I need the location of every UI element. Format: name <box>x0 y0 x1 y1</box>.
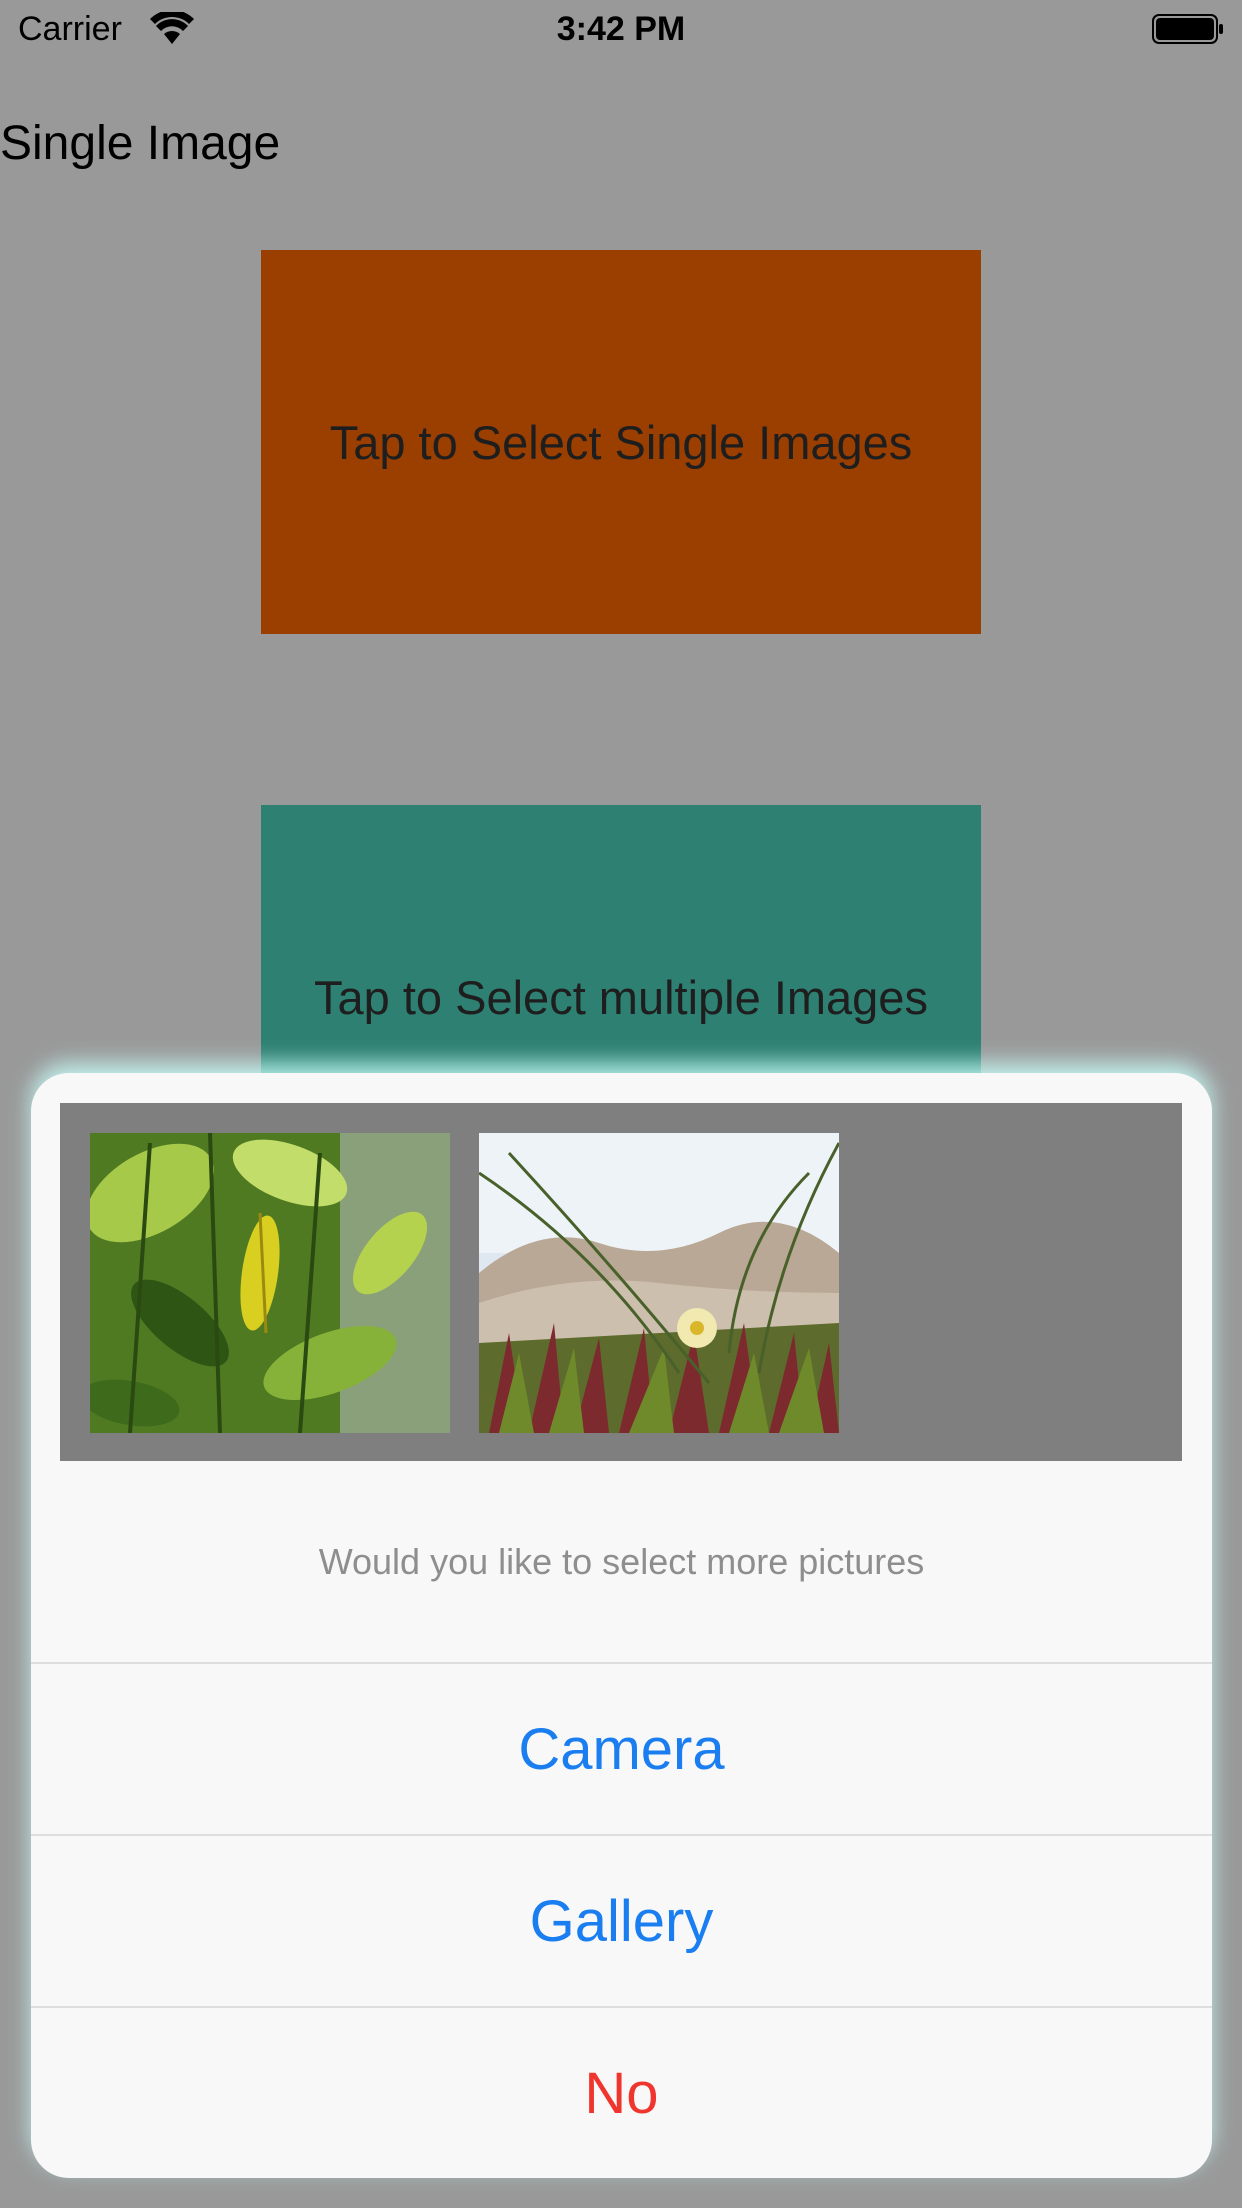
status-time: 3:42 PM <box>556 10 686 48</box>
dune-flower-photo <box>479 1133 839 1433</box>
action-sheet-message: Would you like to select more pictures <box>318 1541 925 1582</box>
select-multiple-images-label: Tap to Select multiple Images <box>314 970 928 1024</box>
status-bar: Carrier 3:42 PM <box>0 0 1242 60</box>
action-sheet: Would you like to select more pictures C… <box>31 1073 1212 2178</box>
select-single-images-button[interactable]: Tap to Select Single Images <box>261 250 981 634</box>
battery-icon <box>1152 14 1223 44</box>
camera-action-button[interactable]: Camera <box>31 1662 1212 1835</box>
select-single-images-label: Tap to Select Single Images <box>329 415 913 469</box>
preview-image-leaves[interactable] <box>90 1133 450 1433</box>
leaves-photo <box>90 1133 450 1433</box>
gallery-action-button[interactable]: Gallery <box>31 1834 1212 2007</box>
no-action-button[interactable]: No <box>31 2006 1212 2178</box>
selected-images-preview <box>60 1103 1182 1461</box>
preview-image-dune-flower[interactable] <box>479 1133 839 1433</box>
page-title: Single Image <box>0 117 281 170</box>
